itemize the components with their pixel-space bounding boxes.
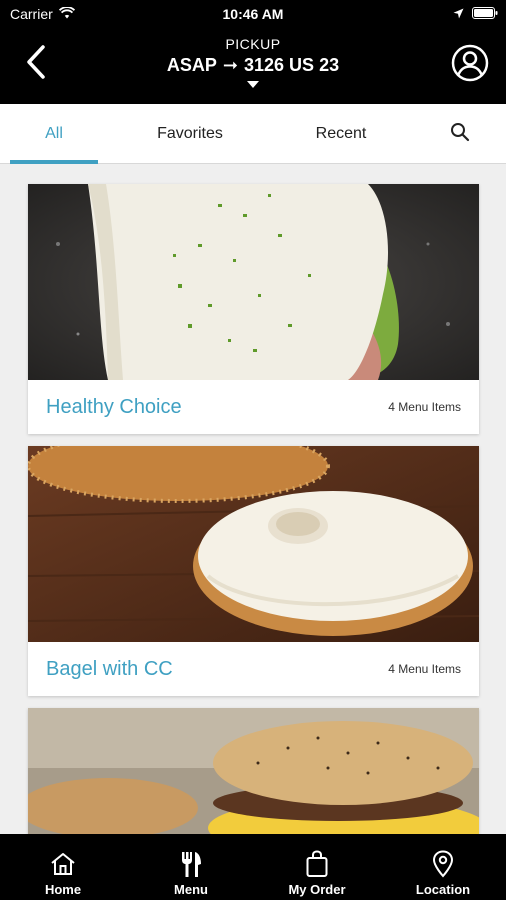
tab-favorites[interactable]: Favorites [138,104,242,164]
omelette-photo [28,184,479,380]
pickup-selector[interactable]: PICKUP ASAP ➞ 3126 US 23 [100,36,406,88]
home-icon [50,850,76,878]
category-card-bagel-sandwich[interactable] [28,708,479,834]
card-footer: Bagel with CC 4 Menu Items [28,642,479,696]
pickup-timing: ASAP [166,55,217,75]
back-button[interactable] [16,44,56,84]
arrow-right-icon: ➞ [222,55,239,75]
nav-label: Menu [174,882,208,897]
nav-my-order[interactable]: My Order [262,834,372,900]
bagel-cream-cheese-photo [28,446,479,642]
status-time: 10:46 AM [222,6,284,22]
pickup-label: PICKUP [225,36,281,52]
fork-knife-icon [179,850,203,878]
caret-down-icon [247,81,259,88]
category-title: Bagel with CC [46,657,173,680]
tab-all[interactable]: All [10,104,98,164]
chevron-left-icon [25,44,47,84]
location-arrow-icon [453,6,464,22]
category-title: Healthy Choice [46,395,182,418]
header: PICKUP ASAP ➞ 3126 US 23 [0,28,506,104]
location-pin-icon [432,850,454,878]
tab-label: All [45,125,63,142]
user-icon [451,44,489,87]
nav-menu[interactable]: Menu [136,834,246,900]
bagel-sandwich-photo [28,708,479,834]
nav-label: Location [415,882,471,897]
nav-home[interactable]: Home [8,834,118,900]
pickup-destination: ASAP ➞ 3126 US 23 [100,55,406,76]
nav-location[interactable]: Location [388,834,498,900]
pickup-location: 3126 US 23 [244,55,340,75]
nav-label: Home [44,882,82,897]
tab-label: Recent [315,125,367,142]
nav-label: My Order [288,882,346,897]
status-bar: Carrier 10:46 AM [0,0,506,28]
category-tabs: All Favorites Recent [0,104,506,164]
bottom-nav: Home Menu My Order Location [0,834,506,900]
menu-item-count: 4 Menu Items [388,400,461,414]
tab-label: Favorites [157,125,223,142]
category-card-healthy-choice[interactable]: Healthy Choice 4 Menu Items [28,184,479,434]
category-card-bagel-with-cc[interactable]: Bagel with CC 4 Menu Items [28,446,479,696]
search-button[interactable] [440,104,480,164]
bag-icon [305,850,329,878]
card-footer: Healthy Choice 4 Menu Items [28,380,479,434]
menu-item-count: 4 Menu Items [388,662,461,676]
menu-category-list[interactable]: Healthy Choice 4 Menu Items Bagel with C… [0,164,506,834]
tab-recent[interactable]: Recent [296,104,386,164]
account-button[interactable] [448,43,492,87]
status-right [453,6,498,22]
battery-icon [472,6,498,22]
search-icon [450,122,470,147]
